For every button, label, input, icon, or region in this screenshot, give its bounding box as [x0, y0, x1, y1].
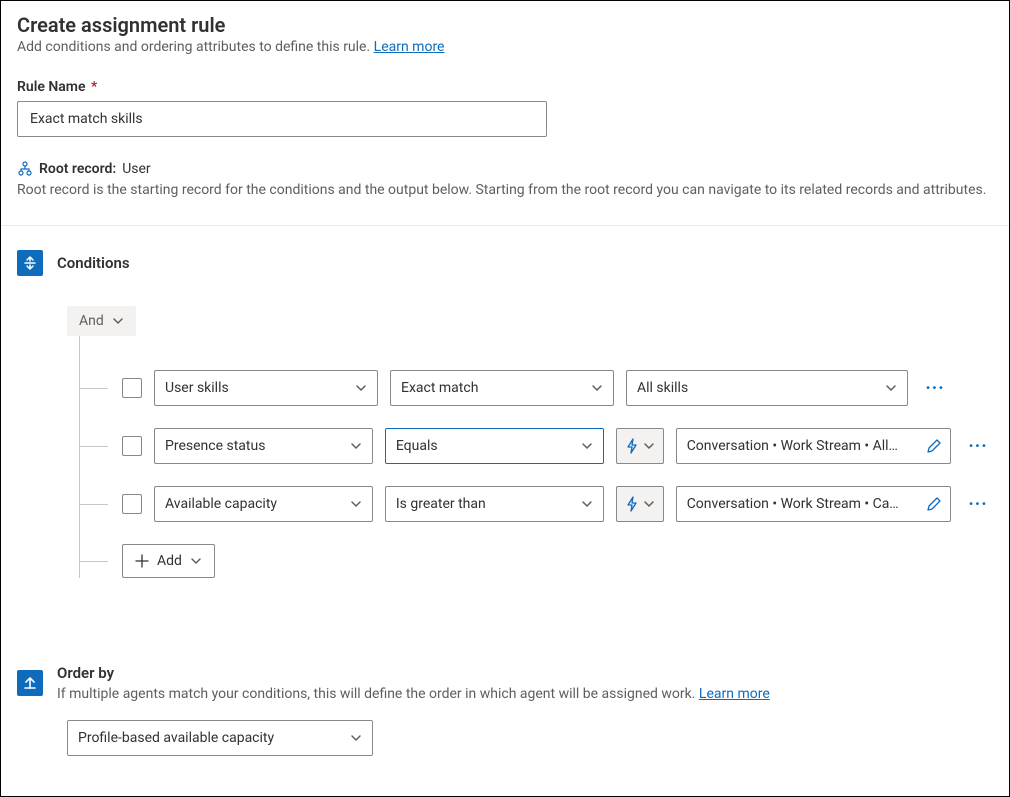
row-more-button[interactable]: ···: [963, 486, 993, 522]
orderby-description: If multiple agents match your conditions…: [57, 686, 770, 702]
row-checkbox[interactable]: [122, 494, 142, 514]
operator-value: Exact match: [401, 380, 478, 396]
learn-more-link[interactable]: Learn more: [374, 39, 445, 55]
orderby-value: Profile-based available capacity: [78, 730, 274, 746]
section-divider: [1, 225, 1009, 226]
chevron-down-icon: [643, 440, 655, 452]
chevron-down-icon: [885, 382, 897, 394]
hierarchy-icon: [17, 161, 33, 177]
dynamic-value-button[interactable]: [616, 428, 664, 464]
add-label: Add: [157, 553, 182, 569]
subtitle-text: Add conditions and ordering attributes t…: [17, 39, 374, 55]
chevron-down-icon: [581, 498, 593, 510]
chevron-down-icon: [591, 382, 603, 394]
plus-icon: [135, 554, 149, 568]
root-record-description: Root record is the starting record for t…: [17, 181, 993, 199]
orderby-desc-text: If multiple agents match your conditions…: [57, 686, 699, 702]
condition-row: Available capacity Is greater than Conve…: [80, 486, 993, 522]
value-text: Conversation • Work Stream • Ca…: [687, 496, 920, 512]
row-checkbox[interactable]: [122, 436, 142, 456]
orderby-title: Order by: [57, 664, 770, 682]
lightning-icon: [625, 438, 639, 454]
conditions-header: Conditions: [17, 250, 993, 276]
add-row: Add: [80, 544, 993, 578]
condition-row: Presence status Equals Conversation • Wo…: [80, 428, 993, 464]
group-operator-label: And: [79, 313, 104, 329]
operator-dropdown[interactable]: Is greater than: [385, 486, 604, 522]
chevron-down-icon: [112, 315, 124, 327]
chevron-down-icon: [643, 498, 655, 510]
page-subtitle: Add conditions and ordering attributes t…: [17, 39, 993, 55]
edit-icon[interactable]: [926, 496, 942, 512]
value-lookup[interactable]: Conversation • Work Stream • All…: [676, 428, 951, 464]
chevron-down-icon: [350, 732, 362, 744]
chevron-down-icon: [190, 555, 202, 567]
rule-name-label-text: Rule Name: [17, 79, 85, 95]
add-condition-button[interactable]: Add: [122, 544, 215, 578]
row-checkbox[interactable]: [122, 378, 142, 398]
attribute-dropdown[interactable]: Available capacity: [154, 486, 373, 522]
attribute-dropdown[interactable]: Presence status: [154, 428, 373, 464]
attribute-value: Available capacity: [165, 496, 277, 512]
operator-value: Is greater than: [396, 496, 486, 512]
chevron-down-icon: [355, 382, 367, 394]
value-text: Conversation • Work Stream • All…: [687, 438, 920, 454]
row-more-button[interactable]: ···: [963, 428, 993, 464]
page-title: Create assignment rule: [17, 13, 993, 37]
edit-icon[interactable]: [926, 438, 942, 454]
lightning-icon: [625, 496, 639, 512]
chevron-down-icon: [350, 498, 362, 510]
value-dropdown[interactable]: All skills: [626, 370, 908, 406]
orderby-header: Order by If multiple agents match your c…: [17, 664, 993, 702]
attribute-value: Presence status: [165, 438, 265, 454]
group-operator-dropdown[interactable]: And: [67, 306, 136, 336]
root-record-label: Root record:: [39, 161, 116, 177]
orderby-learn-more-link[interactable]: Learn more: [699, 686, 770, 702]
dynamic-value-button[interactable]: [616, 486, 664, 522]
condition-row: User skills Exact match All skills ···: [80, 370, 993, 406]
conditions-title: Conditions: [57, 254, 130, 272]
conditions-tree: User skills Exact match All skills ··· P…: [79, 336, 993, 578]
row-more-button[interactable]: ···: [920, 370, 950, 406]
conditions-icon: [17, 250, 43, 276]
root-record-row: Root record: User: [17, 161, 993, 177]
operator-dropdown[interactable]: Equals: [385, 428, 604, 464]
attribute-value: User skills: [165, 380, 229, 396]
orderby-dropdown[interactable]: Profile-based available capacity: [67, 720, 373, 756]
operator-dropdown[interactable]: Exact match: [390, 370, 614, 406]
required-marker: *: [91, 79, 97, 95]
value-text: All skills: [637, 380, 688, 396]
operator-value: Equals: [396, 438, 438, 454]
chevron-down-icon: [350, 440, 362, 452]
rule-name-label: Rule Name *: [17, 79, 993, 95]
chevron-down-icon: [581, 440, 593, 452]
value-lookup[interactable]: Conversation • Work Stream • Ca…: [676, 486, 951, 522]
rule-name-input[interactable]: [17, 101, 547, 137]
root-record-value: User: [122, 161, 150, 177]
attribute-dropdown[interactable]: User skills: [154, 370, 378, 406]
orderby-icon: [17, 670, 43, 696]
